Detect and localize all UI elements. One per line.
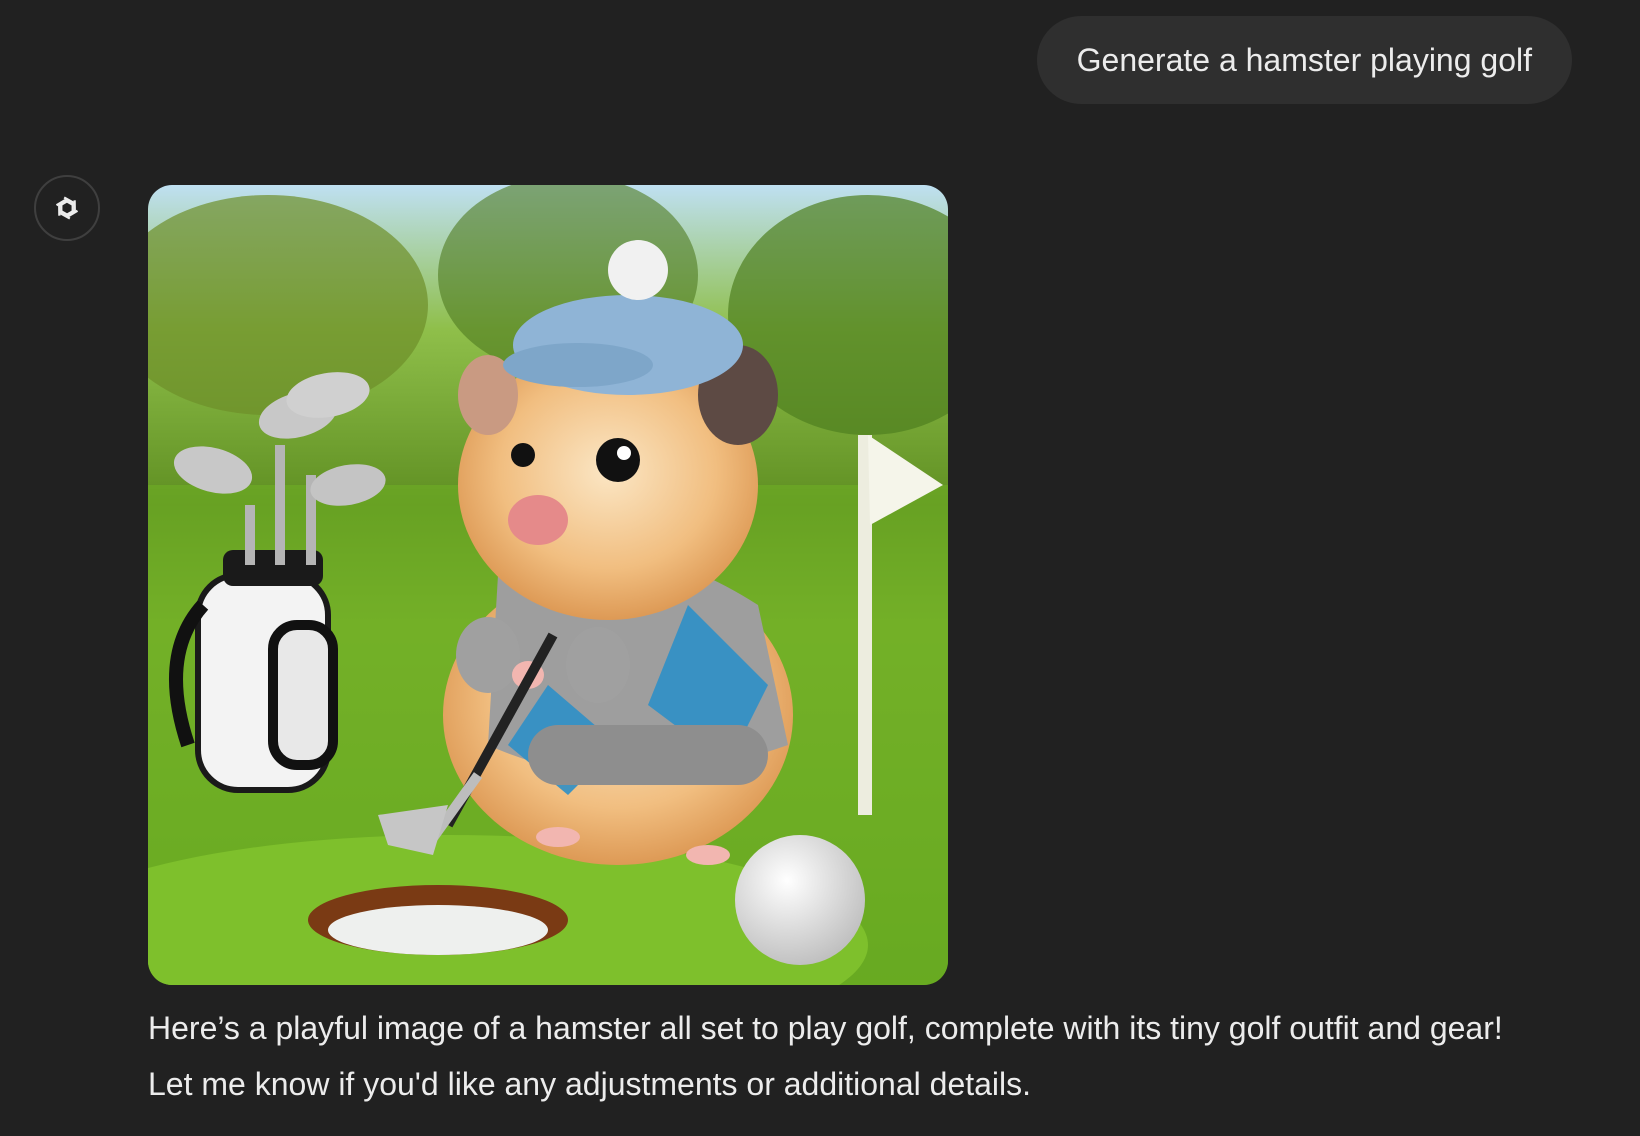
- assistant-avatar: [34, 175, 100, 241]
- chat-page: Generate a hamster playing golf Here’s a…: [0, 0, 1640, 1136]
- openai-logo-icon: [55, 196, 79, 220]
- assistant-response-line-1: Here’s a playful image of a hamster all …: [148, 1010, 1503, 1046]
- generated-image[interactable]: [148, 185, 948, 985]
- user-message-bubble: Generate a hamster playing golf: [1036, 16, 1572, 104]
- assistant-response-line-2: Let me know if you'd like any adjustment…: [148, 1066, 1032, 1102]
- hamster-golf-illustration: [148, 185, 948, 985]
- user-message-text: Generate a hamster playing golf: [1076, 41, 1532, 78]
- assistant-response: Here’s a playful image of a hamster all …: [148, 1000, 1608, 1112]
- golf-ball: [735, 835, 865, 965]
